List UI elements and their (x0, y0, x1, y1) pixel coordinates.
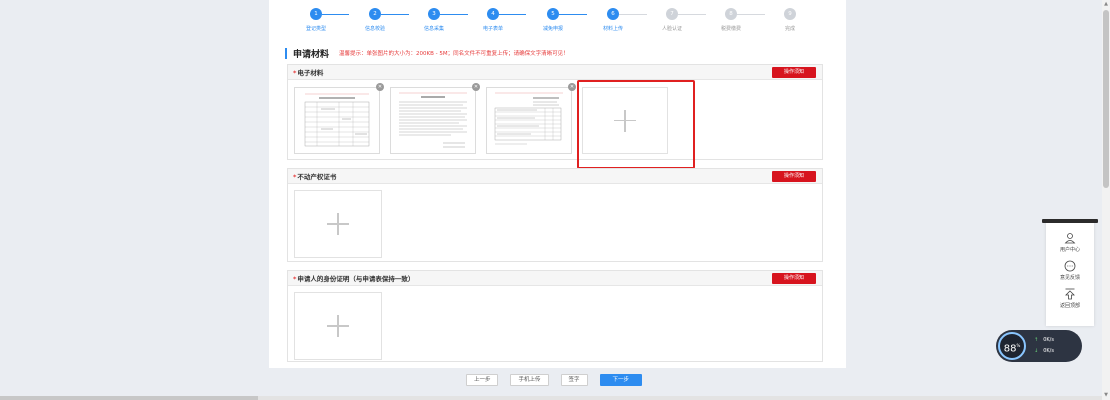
step-number: 8 (725, 8, 737, 20)
step-number: 3 (428, 8, 440, 20)
section-title: *电子材料 (293, 69, 324, 77)
page-title: 申请材料 (293, 49, 330, 60)
scroll-down-icon[interactable]: ▼ (1103, 392, 1109, 398)
step-number: 6 (607, 8, 619, 20)
section-property-certificate: *不动产权证书 操作须知 (287, 168, 823, 262)
step-label: 材料上传 (602, 26, 623, 32)
step-4: 4 电子表单 (473, 8, 513, 32)
prev-step-button[interactable]: 上一步 (465, 374, 499, 386)
mobile-upload-button[interactable]: 手机上传 (510, 374, 549, 386)
heading-accent-bar (285, 47, 287, 59)
operation-notice-button[interactable]: 操作须知 (772, 272, 816, 284)
network-speed-widget[interactable]: 88% ↑ 0K/s ↓ 0K/s (996, 330, 1082, 362)
download-speed: ↓ 0K/s (1034, 348, 1054, 354)
scrollbar-thumb[interactable] (1103, 10, 1109, 188)
horizontal-scrollbar[interactable] (0, 396, 1102, 400)
section-header: *申请人的身份证明（与申请表保持一致） 操作须知 (288, 271, 822, 286)
uploaded-document-thumbnail[interactable]: ✕ (486, 83, 576, 154)
sign-button[interactable]: 签字 (560, 374, 588, 386)
step-5: 5 减免申报 (533, 8, 573, 32)
operation-notice-button[interactable]: 操作须知 (772, 170, 816, 182)
user-icon (1064, 233, 1076, 244)
section-electronic-materials: *电子材料 操作须知 ✕ ✕ ✕ (287, 64, 823, 160)
step-label: 信息校验 (364, 26, 385, 32)
section-header: *不动产权证书 操作须知 (288, 169, 822, 184)
chat-icon (1064, 260, 1076, 272)
plus-icon (327, 213, 349, 235)
footer-actions: 上一步 手机上传 签字 下一步 (0, 374, 1102, 394)
add-property-certificate-button[interactable] (294, 190, 382, 258)
step-6: 6 材料上传 (593, 8, 633, 32)
user-center-label: 用户中心 (1059, 247, 1080, 253)
step-label: 电子表单 (482, 26, 503, 32)
back-to-top-button[interactable]: 返回顶部 (1046, 288, 1094, 309)
section-title: *申请人的身份证明（与申请表保持一致） (293, 275, 415, 283)
step-8: 8 税费缴费 (711, 8, 751, 32)
floating-toolbar: 用户中心 意见反馈 返回顶部 (1042, 219, 1098, 326)
step-label: 信息采集 (423, 26, 444, 32)
upload-speed: ↑ 0K/s (1034, 337, 1054, 343)
step-label: 减免申报 (542, 26, 563, 32)
step-9: 9 完成 (770, 8, 810, 32)
feedback-button[interactable]: 意见反馈 (1046, 260, 1094, 281)
main-panel: 1 登记类型 2 信息校验 3 信息采集 4 电子表单 5 减免申报 6 材料上传 7 人脸认… (269, 0, 846, 368)
section-header: *电子材料 操作须知 (288, 65, 822, 80)
step-1: 1 登记类型 (296, 8, 336, 32)
download-arrow-icon: ↓ (1034, 348, 1039, 354)
step-label: 人脸认证 (661, 26, 682, 32)
vertical-scrollbar[interactable]: ▲ ▼ (1102, 0, 1110, 400)
upload-tip: 温馨提示：单张图片的大小为：200KB - 5M；同名文件不可重复上传；请确保文… (339, 51, 569, 57)
upload-arrow-icon: ↑ (1034, 337, 1039, 343)
step-7: 7 人脸认证 (652, 8, 692, 32)
section-applicant-id-proof: *申请人的身份证明（与申请表保持一致） 操作须知 (287, 270, 823, 362)
delete-thumbnail-icon[interactable]: ✕ (472, 83, 480, 91)
back-to-top-label: 返回顶部 (1059, 303, 1080, 309)
scroll-up-icon[interactable]: ▲ (1103, 1, 1109, 7)
delete-thumbnail-icon[interactable]: ✕ (376, 83, 384, 91)
plus-icon (327, 315, 349, 337)
step-2: 2 信息校验 (355, 8, 395, 32)
step-number: 5 (547, 8, 559, 20)
materials-heading: 申请材料 温馨提示：单张图片的大小为：200KB - 5M；同名文件不可重复上传… (285, 47, 569, 60)
step-label: 税费缴费 (720, 26, 741, 32)
step-number: 1 (310, 8, 322, 20)
highlight-box (577, 80, 695, 169)
uploaded-thumbnails: ✕ ✕ ✕ (288, 80, 822, 158)
step-label: 登记类型 (305, 26, 326, 32)
step-number: 9 (784, 8, 796, 20)
step-number: 7 (666, 8, 678, 20)
add-id-proof-button[interactable] (294, 292, 382, 360)
delete-thumbnail-icon[interactable]: ✕ (568, 83, 576, 91)
step-number: 4 (487, 8, 499, 20)
section-title: *不动产权证书 (293, 173, 337, 181)
step-progress: 1 登记类型 2 信息校验 3 信息采集 4 电子表单 5 减免申报 6 材料上传 7 人脸认… (291, 8, 831, 36)
step-number: 2 (369, 8, 381, 20)
uploaded-document-thumbnail[interactable]: ✕ (294, 83, 384, 154)
uploaded-document-thumbnail[interactable]: ✕ (390, 83, 480, 154)
hscroll-thumb[interactable] (0, 396, 258, 400)
user-center-button[interactable]: 用户中心 (1046, 232, 1094, 253)
memory-usage-ring: 88% (998, 332, 1026, 360)
operation-notice-button[interactable]: 操作须知 (772, 66, 816, 78)
step-3: 3 信息采集 (414, 8, 454, 32)
feedback-label: 意见反馈 (1059, 275, 1080, 281)
arrow-up-icon (1065, 288, 1075, 300)
step-label: 完成 (784, 26, 795, 32)
next-step-button[interactable]: 下一步 (599, 374, 643, 386)
